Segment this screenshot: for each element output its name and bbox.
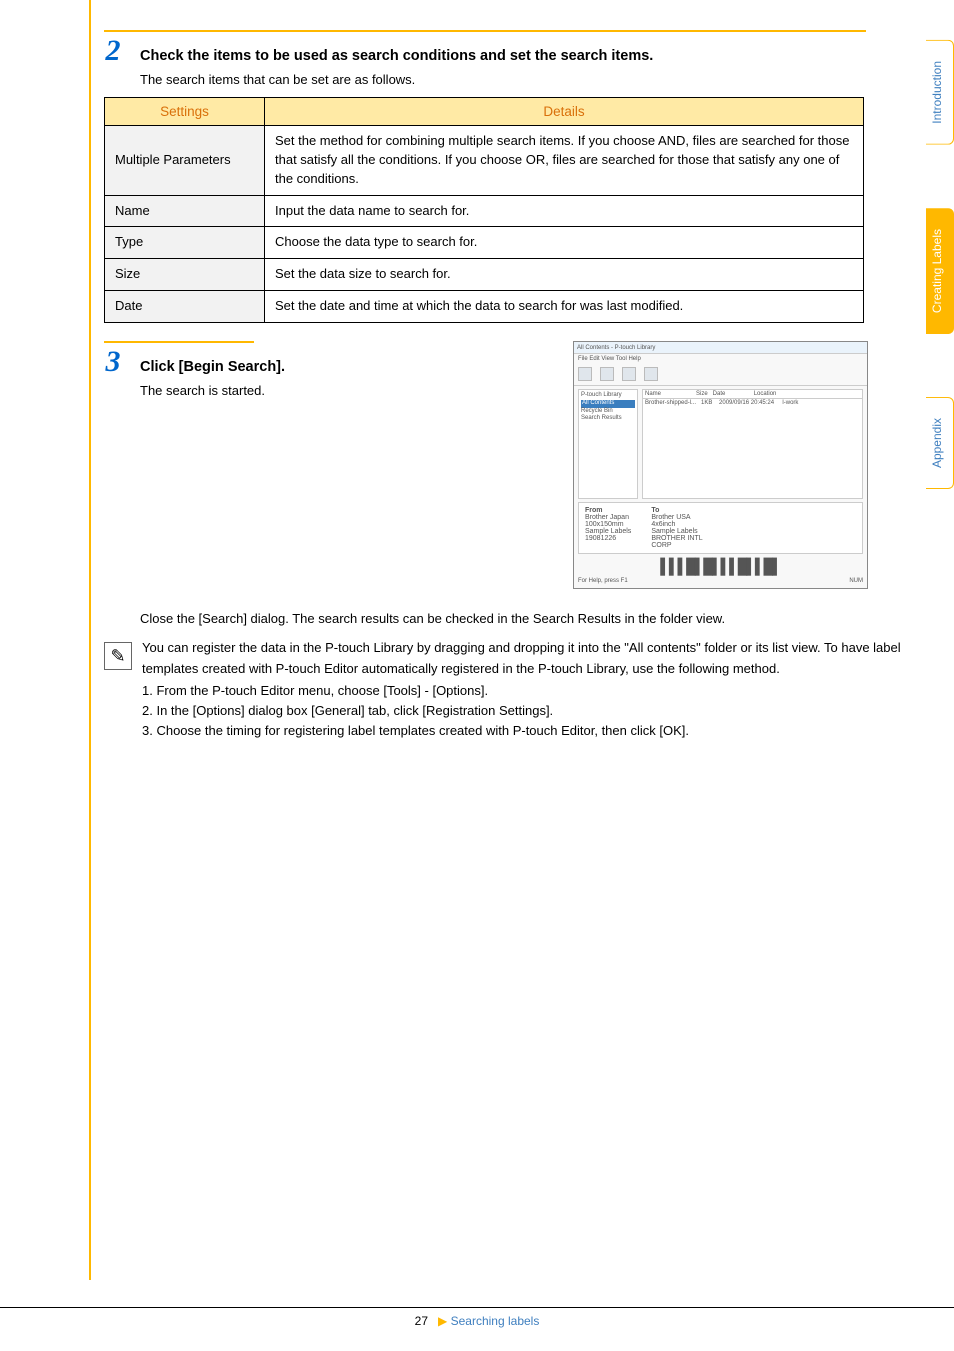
search-icon <box>622 367 636 381</box>
note-content: You can register the data in the P-touch… <box>142 638 904 741</box>
step-2-title: Check the items to be used as search con… <box>140 48 653 64</box>
tree-root: P-touch Library <box>581 392 635 400</box>
settings-table: Settings Details Multiple ParametersSet … <box>104 97 864 323</box>
table-row: DateSet the date and time at which the d… <box>105 291 864 323</box>
pencil-icon: ✎ <box>110 646 125 667</box>
to-body: Brother USA 4x6inch Sample Labels BROTHE… <box>651 514 702 549</box>
barcode-icon: ▌▌▌█▌█▌▌▌█▌▌█▌ <box>578 558 863 576</box>
tab-appendix[interactable]: Appendix <box>926 397 954 489</box>
tree-search-results: Search Results <box>581 415 635 423</box>
table-row: TypeChoose the data type to search for. <box>105 227 864 259</box>
step-number-2: 2 <box>98 34 128 68</box>
tree-all-contents: All Contents <box>581 400 635 408</box>
thumb-list: Name Size Date Location Brother-shipped-… <box>642 389 863 499</box>
status-help: For Help, press F1 <box>578 578 628 584</box>
to-label: To <box>651 507 659 514</box>
step-3-sub: The search is started. <box>140 383 418 398</box>
note-box: ✎ You can register the data in the P-tou… <box>104 638 904 741</box>
side-tabs: Introduction Creating Labels Appendix <box>926 40 954 552</box>
tab-creating-labels[interactable]: Creating Labels <box>926 208 954 334</box>
settings-col-header: Settings <box>105 98 265 126</box>
step-3-heading: 3 Click [Begin Search]. <box>98 345 418 379</box>
step-rule <box>104 30 866 32</box>
screenshot-thumbnail: All Contents - P-touch Library File Edit… <box>573 341 868 589</box>
row-label: Name <box>105 195 265 227</box>
table-row: NameInput the data name to search for. <box>105 195 864 227</box>
thumb-tree: P-touch Library All Contents Recycle Bin… <box>578 389 638 499</box>
page-number: 27 <box>415 1314 428 1328</box>
page-footer: 27 ▶ Searching labels <box>0 1307 954 1331</box>
note-intro: You can register the data in the P-touch… <box>142 638 904 678</box>
left-margin-rule <box>88 0 91 1280</box>
thumb-row: Brother-shipped-l... 1KB 2009/09/16 20:4… <box>643 399 862 407</box>
note-icon: ✎ <box>104 642 132 670</box>
row-detail: Set the date and time at which the data … <box>265 291 864 323</box>
step-rule <box>104 341 254 343</box>
status-num: NUM <box>849 578 863 584</box>
note-step-2: 2. In the [Options] dialog box [General]… <box>142 701 904 721</box>
arrow-icon: ▶ <box>438 1314 447 1328</box>
step-2-sub: The search items that can be set are as … <box>140 72 868 87</box>
step-3-title: Click [Begin Search]. <box>140 359 285 375</box>
post-step-text: Close the [Search] dialog. The search re… <box>140 609 868 629</box>
step-2-heading: 2 Check the items to be used as search c… <box>98 34 868 68</box>
tree-recycle: Recycle Bin <box>581 408 635 416</box>
row-detail: Input the data name to search for. <box>265 195 864 227</box>
note-step-1: 1. From the P-touch Editor menu, choose … <box>142 681 904 701</box>
details-col-header: Details <box>265 98 864 126</box>
thumb-toolbar <box>574 364 867 386</box>
open-icon <box>578 367 592 381</box>
row-detail: Set the method for combining multiple se… <box>265 126 864 196</box>
table-row: Multiple ParametersSet the method for co… <box>105 126 864 196</box>
from-body: Brother Japan 100x150mm Sample Labels 19… <box>585 514 631 542</box>
display-icon <box>644 367 658 381</box>
step-number-3: 3 <box>98 345 128 379</box>
thumb-preview: FromBrother Japan 100x150mm Sample Label… <box>578 502 863 554</box>
table-row: SizeSet the data size to search for. <box>105 259 864 291</box>
from-label: From <box>585 507 603 514</box>
row-label: Multiple Parameters <box>105 126 265 196</box>
row-label: Type <box>105 227 265 259</box>
row-label: Date <box>105 291 265 323</box>
note-step-3: 3. Choose the timing for registering lab… <box>142 721 904 741</box>
footer-link[interactable]: Searching labels <box>451 1314 540 1328</box>
thumb-statusbar: For Help, press F1 NUM <box>578 578 863 584</box>
row-label: Size <box>105 259 265 291</box>
tab-introduction[interactable]: Introduction <box>926 40 954 145</box>
thumb-cols: Name Size Date Location <box>643 390 862 399</box>
print-icon <box>600 367 614 381</box>
main-content: 2 Check the items to be used as search c… <box>98 30 868 741</box>
thumb-menu: File Edit View Tool Help <box>578 356 863 362</box>
row-detail: Set the data size to search for. <box>265 259 864 291</box>
row-detail: Choose the data type to search for. <box>265 227 864 259</box>
thumb-title-bar: All Contents - P-touch Library <box>574 342 867 354</box>
